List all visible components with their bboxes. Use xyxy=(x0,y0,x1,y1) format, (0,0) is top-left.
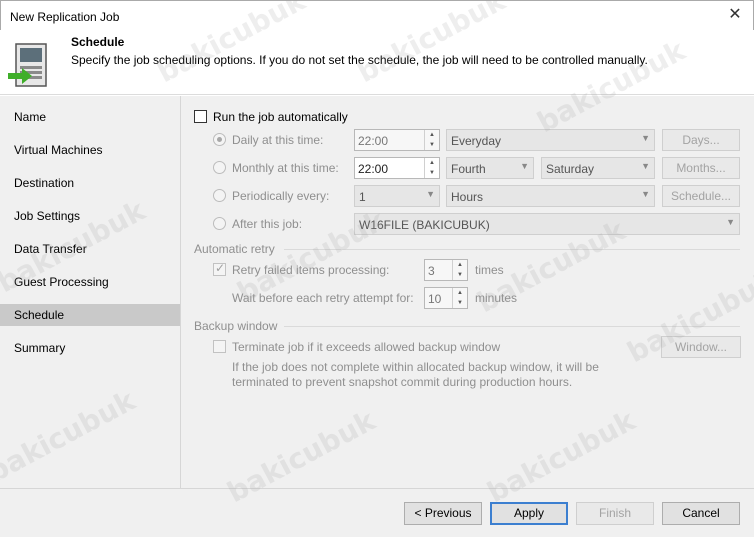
periodically-label: Periodically every: xyxy=(232,189,330,203)
sidebar-item-job-settings[interactable]: Job Settings xyxy=(0,205,180,227)
retry-wait-label: Wait before each retry attempt for: xyxy=(232,291,414,305)
periodic-value-select[interactable]: 1 ▼ xyxy=(354,185,440,207)
periodic-unit-select[interactable]: Hours ▼ xyxy=(446,185,655,207)
daily-time-stepper[interactable]: 22:00 ▲ ▼ xyxy=(354,129,440,151)
schedule-button[interactable]: Schedule... xyxy=(662,185,740,207)
monthly-time-stepper[interactable]: 22:00 ▲ ▼ xyxy=(354,157,440,179)
wizard-steps: Name Virtual Machines Destination Job Se… xyxy=(0,96,181,488)
backup-window-note-line1: If the job does not complete within allo… xyxy=(232,360,599,374)
terminate-job-label: Terminate job if it exceeds allowed back… xyxy=(232,340,501,354)
months-button[interactable]: Months... xyxy=(662,157,740,179)
sidebar-item-name[interactable]: Name xyxy=(0,106,180,128)
sidebar-item-destination[interactable]: Destination xyxy=(0,172,180,194)
wizard-footer: < Previous Apply Finish Cancel xyxy=(0,488,754,537)
daily-option-select[interactable]: Everyday ▼ xyxy=(446,129,655,151)
daily-radio[interactable] xyxy=(213,133,226,146)
finish-button[interactable]: Finish xyxy=(576,502,654,525)
retry-wait-unit-label: minutes xyxy=(475,291,518,305)
retry-unit-label: times xyxy=(475,263,504,277)
after-job-label: After this job: xyxy=(232,217,303,231)
retry-wait-arrows[interactable]: ▲ ▼ xyxy=(452,288,467,308)
retry-failed-checkbox[interactable] xyxy=(213,261,226,276)
monthly-label: Monthly at this time: xyxy=(232,161,339,175)
page-title: Schedule xyxy=(71,35,125,49)
retry-failed-label: Retry failed items processing: xyxy=(232,263,390,277)
run-automatically-checkbox[interactable] xyxy=(194,110,207,123)
window-title: New Replication Job xyxy=(10,10,120,24)
daily-time-arrows[interactable]: ▲ ▼ xyxy=(424,130,439,150)
sidebar-item-virtual-machines[interactable]: Virtual Machines xyxy=(0,139,180,161)
window-button[interactable]: Window... xyxy=(661,336,741,358)
cancel-button[interactable]: Cancel xyxy=(662,502,740,525)
title-bar: New Replication Job ✕ xyxy=(0,0,754,30)
chevron-down-icon: ▼ xyxy=(641,189,650,199)
days-button[interactable]: Days... xyxy=(662,129,740,151)
retry-divider xyxy=(284,249,740,250)
close-icon[interactable]: ✕ xyxy=(725,5,745,25)
backup-window-divider xyxy=(284,326,740,327)
backup-window-note-line2: terminated to prevent snapshot commit du… xyxy=(232,375,573,389)
daily-label: Daily at this time: xyxy=(232,133,324,147)
sidebar-item-schedule[interactable]: Schedule xyxy=(0,304,180,326)
chevron-down-icon: ▼ xyxy=(641,133,650,143)
run-automatically-label: Run the job automatically xyxy=(213,110,348,124)
page-description: Specify the job scheduling options. If y… xyxy=(71,53,648,67)
after-job-select[interactable]: W16FILE (BAKICUBUK) ▼ xyxy=(354,213,740,235)
periodically-radio[interactable] xyxy=(213,189,226,202)
chevron-down-icon: ▼ xyxy=(426,189,435,199)
sidebar-item-data-transfer[interactable]: Data Transfer xyxy=(0,238,180,260)
previous-button[interactable]: < Previous xyxy=(404,502,482,525)
retry-wait-stepper[interactable]: 10 ▲ ▼ xyxy=(424,287,468,309)
monthly-radio[interactable] xyxy=(213,161,226,174)
retry-count-arrows[interactable]: ▲ ▼ xyxy=(452,260,467,280)
apply-button[interactable]: Apply xyxy=(490,502,568,525)
sidebar-item-guest-processing[interactable]: Guest Processing xyxy=(0,271,180,293)
automatic-retry-section: Automatic retry xyxy=(194,242,275,256)
monthly-time-arrows[interactable]: ▲ ▼ xyxy=(424,158,439,178)
schedule-panel: Run the job automatically Daily at this … xyxy=(181,96,754,488)
terminate-job-checkbox[interactable] xyxy=(213,340,226,353)
sidebar-item-summary[interactable]: Summary xyxy=(0,337,180,359)
chevron-down-icon: ▼ xyxy=(726,217,735,227)
wizard-header: Schedule Specify the job scheduling opti… xyxy=(0,30,754,95)
backup-window-section: Backup window xyxy=(194,319,278,333)
chevron-down-icon: ▼ xyxy=(520,161,529,171)
monthly-day-select[interactable]: Saturday ▼ xyxy=(541,157,655,179)
after-job-radio[interactable] xyxy=(213,217,226,230)
retry-count-stepper[interactable]: 3 ▲ ▼ xyxy=(424,259,468,281)
monthly-week-select[interactable]: Fourth ▼ xyxy=(446,157,534,179)
chevron-down-icon: ▼ xyxy=(641,161,650,171)
replication-job-icon xyxy=(8,43,47,87)
